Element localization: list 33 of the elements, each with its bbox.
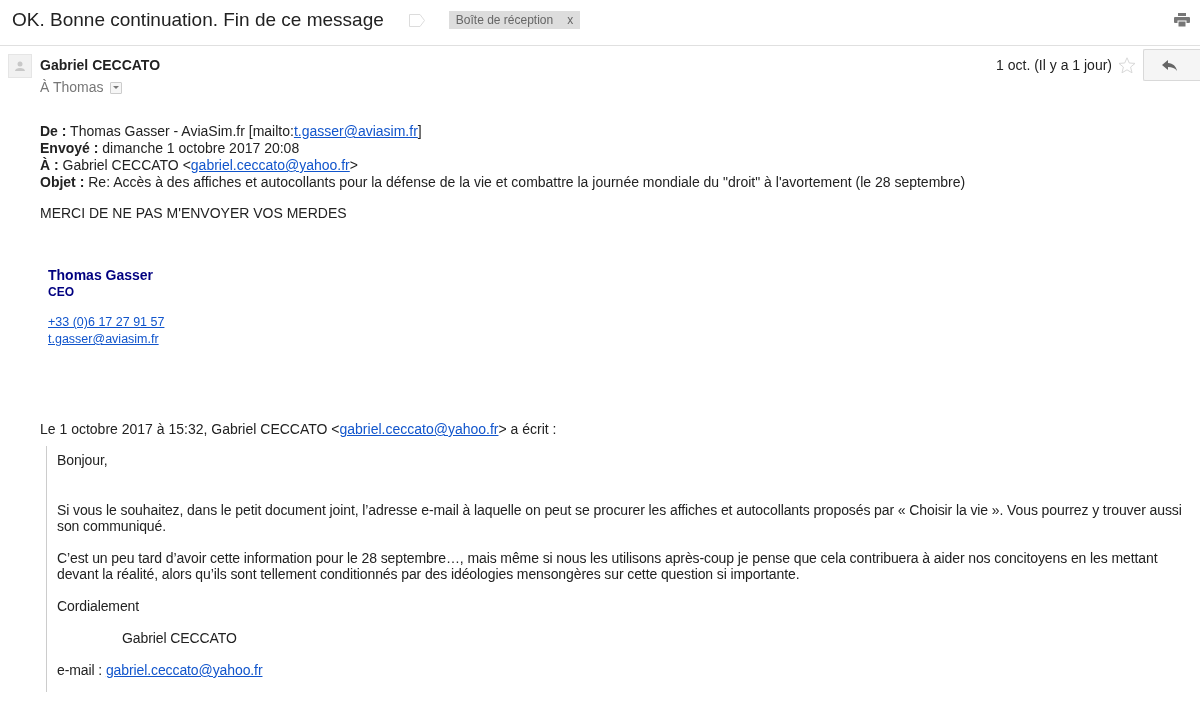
details-dropdown-button[interactable] [109, 81, 122, 94]
email-subject: OK. Bonne continuation. Fin de ce message [12, 8, 384, 32]
star-icon[interactable] [1118, 56, 1136, 74]
reply-icon [1162, 59, 1177, 71]
quoted-paragraph: e-mail : gabriel.ceccato@yahoo.fr [57, 662, 264, 678]
print-icon[interactable] [1174, 13, 1190, 27]
email-link[interactable]: gabriel.ceccato@yahoo.fr [190, 157, 350, 173]
remove-label-button[interactable]: x [566, 13, 575, 27]
header-line: Objet : Re: Accès à des affiches et autocollants pour la défense de la vie et combattre la journée mondiale du "droit" à l'avortement (le 28 septembre) [40, 174, 967, 191]
sender-name: Gabriel CECCATO [40, 57, 161, 74]
quoted-paragraph: Cordialement [57, 598, 141, 614]
quoted-paragraph: Si vous le souhaitez, dans le petit document joint, l’adresse e-mail à laquelle on peut se procurer les affiches et autocollants proposés par « Choisir la vie ». Vous pourrez y trouver aussi son communiqué. [57, 502, 1183, 534]
signature-title: CEO [48, 284, 74, 301]
header-line: De : Thomas Gasser - AviaSim.fr [mailto:t.gasser@aviasim.fr] [40, 123, 423, 140]
email-link[interactable]: gabriel.ceccato@yahoo.fr [339, 421, 499, 437]
email-link[interactable]: gabriel.ceccato@yahoo.fr [105, 662, 263, 678]
label-text[interactable]: Boîte de réception [455, 13, 554, 27]
header-line: Envoyé : dimanche 1 octobre 2017 20:08 [40, 140, 301, 157]
quoted-paragraph: Gabriel CECCATO [122, 630, 238, 646]
quoted-paragraph: C’est un peu tard d’avoir cette information pour le 28 septembre…, mais même si nous les utilisons après-coup je pense que cela contribuera à aider nos concitoyens en les mettant devant la réalité, alors qu’ils sont tellement conditionnés par des idéologies mensongères sur cette question si importante. [57, 550, 1159, 582]
header-line: À : Gabriel CECCATO <gabriel.ceccato@yahoo.fr> [40, 157, 359, 174]
quoted-paragraph: Bonjour, [57, 452, 109, 468]
phone-link[interactable]: +33 (0)6 17 27 91 57 [48, 314, 165, 331]
message-body: MERCI DE NE PAS M'ENVOYER VOS MERDES [40, 205, 348, 222]
signature-name: Thomas Gasser [48, 267, 154, 284]
quote-attribution: Le 1 octobre 2017 à 15:32, Gabriel CECCATO <gabriel.ceccato@yahoo.fr> a écrit : [40, 421, 558, 438]
message-date: 1 oct. (Il y a 1 jour) [996, 56, 1112, 74]
recipient-text: À Thomas [40, 79, 104, 96]
email-link[interactable]: t.gasser@aviasim.fr [293, 123, 418, 139]
caret-icon [112, 86, 119, 89]
reply-button[interactable] [1143, 49, 1200, 81]
email-link[interactable]: t.gasser@aviasim.fr [48, 331, 159, 348]
person-icon [15, 61, 25, 71]
